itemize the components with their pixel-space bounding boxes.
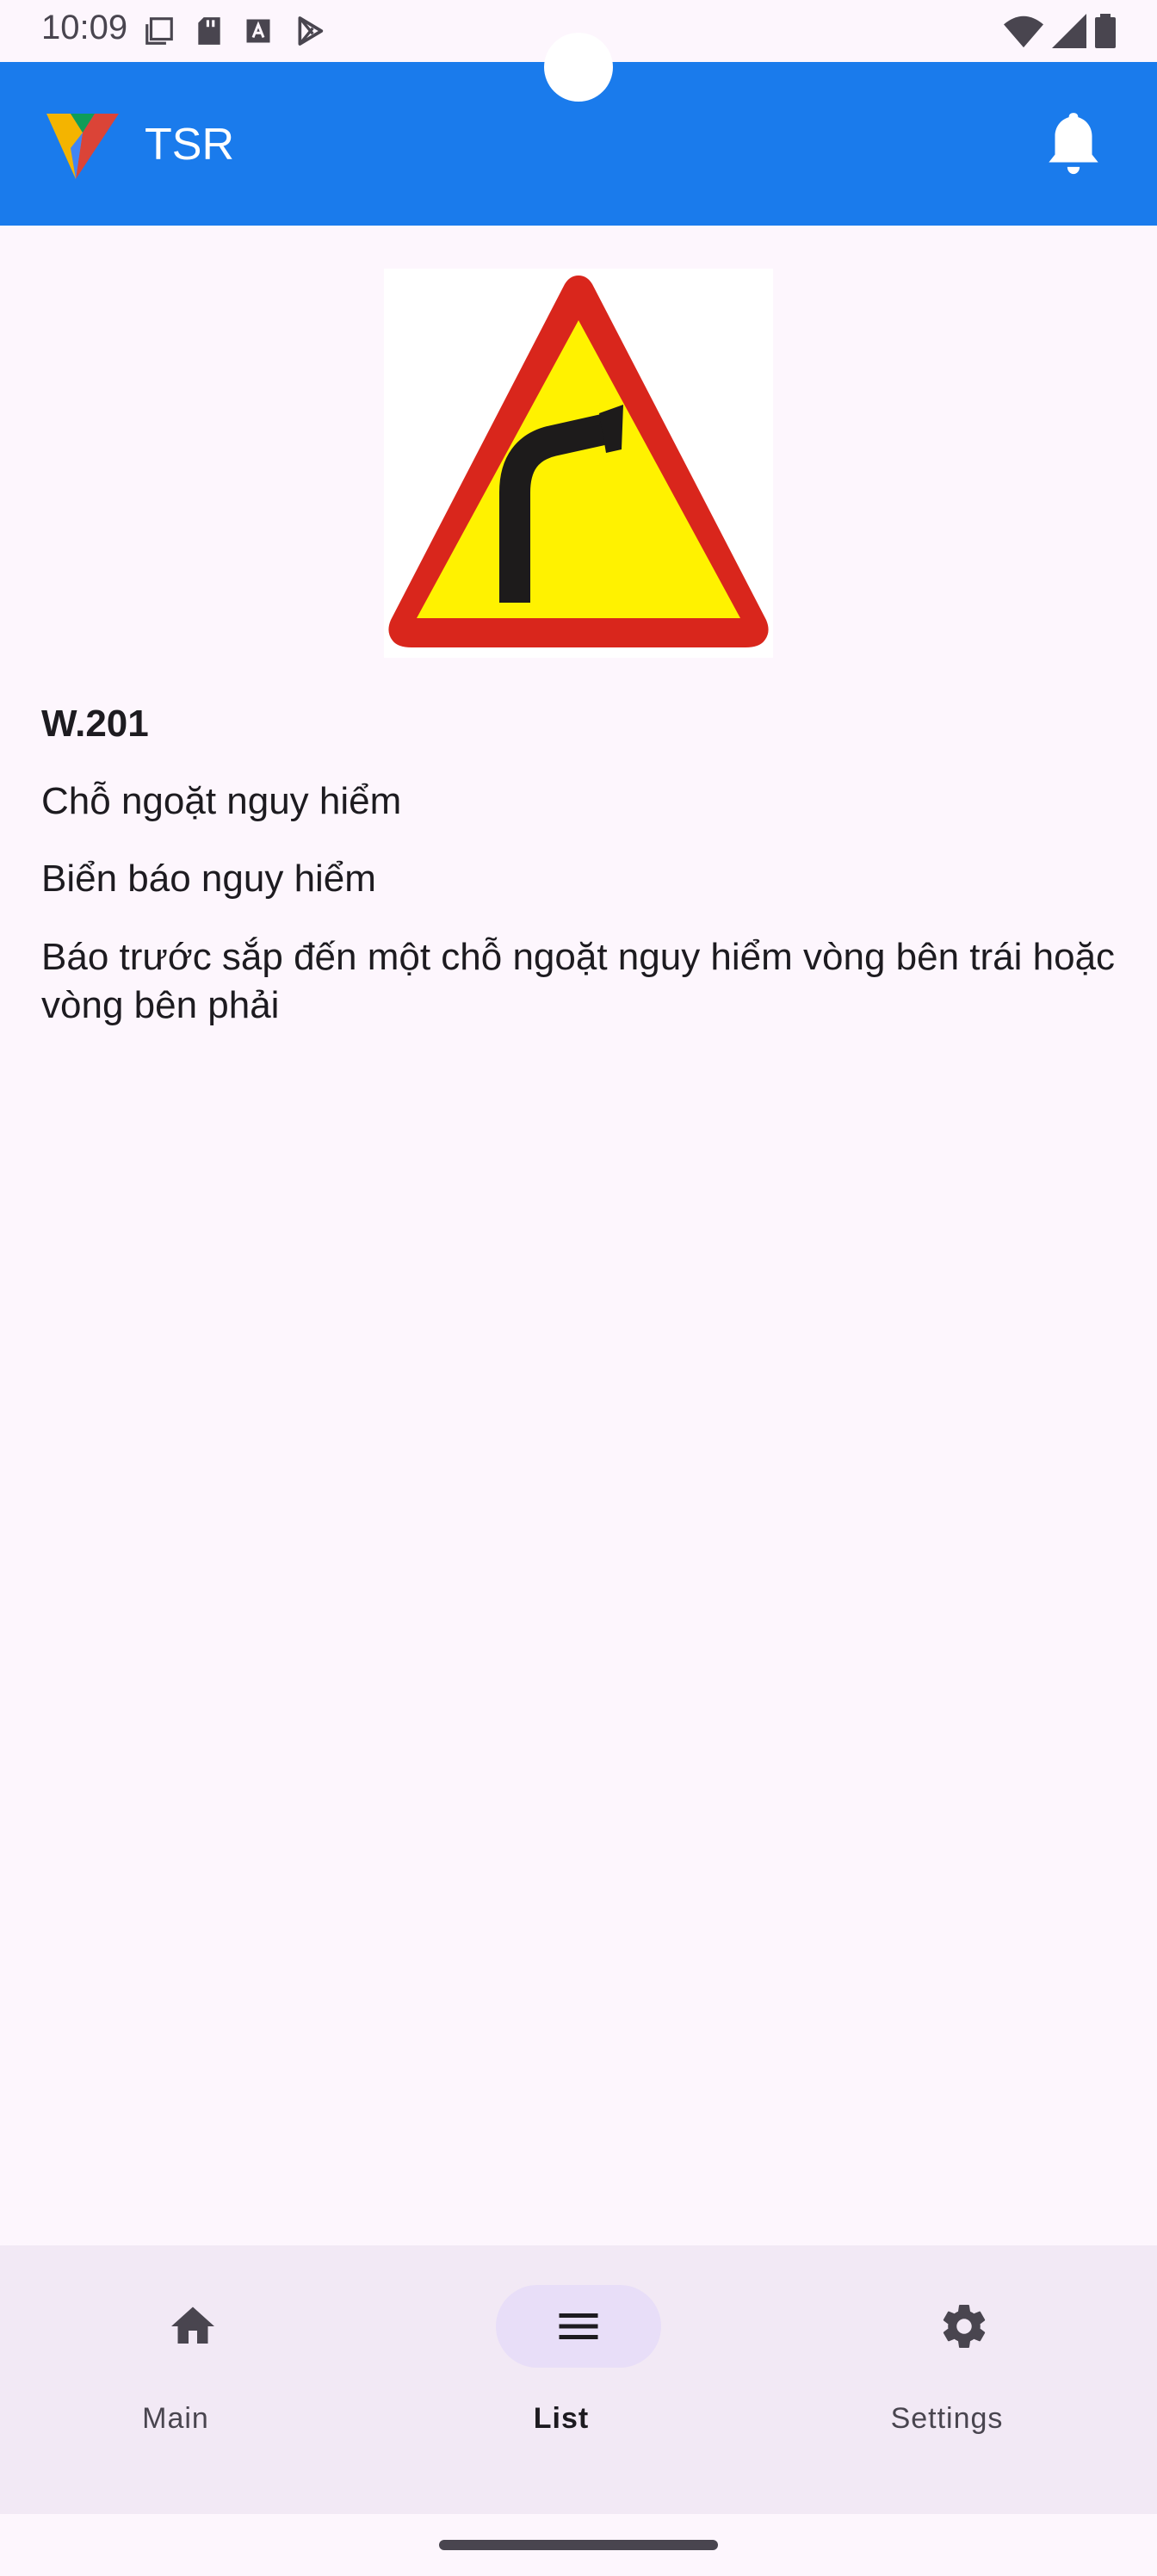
nav-label-list: List [533,2402,590,2435]
home-icon [171,2307,214,2344]
cellular-signal-icon [1052,14,1086,48]
sign-code: W.201 [41,703,149,745]
text-a-icon [246,19,270,43]
sd-card-icon [198,17,220,45]
gear-icon [943,2305,986,2348]
tsr-logo-icon [46,114,119,179]
status-icons-left [143,12,327,50]
nav-label-settings: Settings [890,2402,1004,2435]
camera-cutout [544,33,613,102]
play-store-icon [298,16,324,46]
gesture-bar[interactable] [439,2540,718,2550]
status-icons-right [1004,12,1116,50]
sign-description: Báo trước sắp đến một chỗ ngoặt nguy hiể… [41,936,1116,1026]
dangerous-curve-right-sign [388,276,769,647]
sign-name: Chỗ ngoặt nguy hiểm [41,780,402,822]
screenshot-icon [145,17,173,45]
app-title: TSR [145,120,234,170]
wifi-icon [1004,15,1043,48]
bottom-navigation: Main List Settings [0,2245,1157,2514]
status-time: 10:09 [41,9,128,46]
sign-category: Biển báo nguy hiểm [41,858,376,900]
battery-icon [1095,14,1116,48]
nav-item-main[interactable]: Main [46,2276,305,2449]
list-icon [559,2313,598,2339]
nav-label-main: Main [142,2402,209,2435]
sign-image [384,269,773,658]
nav-item-settings[interactable]: Settings [818,2276,1076,2449]
nav-item-list[interactable]: List [432,2276,690,2449]
bell-icon[interactable] [1036,107,1111,181]
